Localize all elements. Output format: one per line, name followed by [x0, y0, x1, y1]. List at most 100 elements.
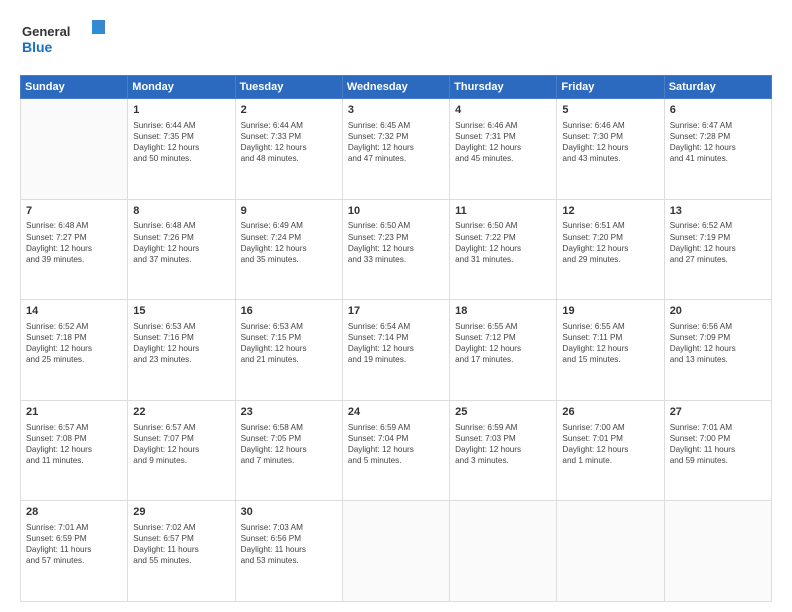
day-number: 3	[348, 103, 444, 118]
day-number: 2	[241, 103, 337, 118]
calendar-cell: 26Sunrise: 7:00 AMSunset: 7:01 PMDayligh…	[557, 400, 664, 501]
calendar-cell: 30Sunrise: 7:03 AMSunset: 6:56 PMDayligh…	[235, 501, 342, 602]
day-info-line: and 39 minutes.	[26, 254, 122, 265]
page: General Blue SundayMondayTuesdayWednesda…	[0, 0, 792, 612]
day-number: 11	[455, 204, 551, 219]
day-info-line: Sunset: 7:18 PM	[26, 332, 122, 343]
day-info-line: Sunset: 7:20 PM	[562, 232, 658, 243]
day-info-line: and 48 minutes.	[241, 153, 337, 164]
day-number: 12	[562, 204, 658, 219]
calendar-cell: 7Sunrise: 6:48 AMSunset: 7:27 PMDaylight…	[21, 199, 128, 300]
day-info-line: Sunset: 7:12 PM	[455, 332, 551, 343]
day-info-line: and 7 minutes.	[241, 455, 337, 466]
day-info-line: and 59 minutes.	[670, 455, 766, 466]
day-number: 29	[133, 505, 229, 520]
day-info-line: Sunrise: 6:51 AM	[562, 220, 658, 231]
day-info-line: Daylight: 11 hours	[670, 444, 766, 455]
day-info-line: Daylight: 12 hours	[562, 343, 658, 354]
day-info-line: Daylight: 12 hours	[26, 243, 122, 254]
calendar-cell: 19Sunrise: 6:55 AMSunset: 7:11 PMDayligh…	[557, 300, 664, 401]
svg-text:General: General	[22, 24, 70, 39]
col-header-monday: Monday	[128, 76, 235, 99]
day-info-line: Sunrise: 6:58 AM	[241, 422, 337, 433]
day-info-line: Daylight: 12 hours	[241, 444, 337, 455]
day-info-line: Daylight: 12 hours	[455, 444, 551, 455]
calendar-cell: 21Sunrise: 6:57 AMSunset: 7:08 PMDayligh…	[21, 400, 128, 501]
day-info-line: and 23 minutes.	[133, 354, 229, 365]
day-info-line: and 1 minute.	[562, 455, 658, 466]
calendar-cell	[557, 501, 664, 602]
calendar-cell: 29Sunrise: 7:02 AMSunset: 6:57 PMDayligh…	[128, 501, 235, 602]
day-info-line: and 33 minutes.	[348, 254, 444, 265]
day-info-line: Daylight: 12 hours	[562, 444, 658, 455]
day-number: 25	[455, 405, 551, 420]
day-number: 9	[241, 204, 337, 219]
calendar-cell: 1Sunrise: 6:44 AMSunset: 7:35 PMDaylight…	[128, 99, 235, 200]
day-info-line: Daylight: 12 hours	[455, 243, 551, 254]
day-number: 7	[26, 204, 122, 219]
day-info-line: Sunrise: 6:44 AM	[133, 120, 229, 131]
svg-text:Blue: Blue	[22, 39, 53, 55]
day-info-line: Sunset: 7:09 PM	[670, 332, 766, 343]
day-info-line: Sunset: 7:27 PM	[26, 232, 122, 243]
day-info-line: Sunrise: 6:52 AM	[670, 220, 766, 231]
day-info-line: Daylight: 12 hours	[455, 343, 551, 354]
day-info-line: Daylight: 12 hours	[348, 343, 444, 354]
day-info-line: Sunset: 7:15 PM	[241, 332, 337, 343]
day-info-line: Sunrise: 6:49 AM	[241, 220, 337, 231]
logo-block: General Blue	[20, 18, 110, 65]
calendar-cell: 11Sunrise: 6:50 AMSunset: 7:22 PMDayligh…	[450, 199, 557, 300]
calendar-cell	[450, 501, 557, 602]
day-info-line: Sunrise: 6:53 AM	[241, 321, 337, 332]
day-info-line: Daylight: 11 hours	[241, 544, 337, 555]
day-info-line: Sunset: 6:59 PM	[26, 533, 122, 544]
day-info-line: Sunrise: 6:56 AM	[670, 321, 766, 332]
day-info-line: Daylight: 11 hours	[133, 544, 229, 555]
col-header-thursday: Thursday	[450, 76, 557, 99]
day-info-line: Sunset: 7:16 PM	[133, 332, 229, 343]
day-info-line: Sunrise: 6:50 AM	[455, 220, 551, 231]
day-number: 14	[26, 304, 122, 319]
day-info-line: Sunset: 7:32 PM	[348, 131, 444, 142]
calendar-week-row: 1Sunrise: 6:44 AMSunset: 7:35 PMDaylight…	[21, 99, 772, 200]
day-info-line: Daylight: 12 hours	[670, 142, 766, 153]
day-info-line: Sunset: 7:19 PM	[670, 232, 766, 243]
calendar-week-row: 14Sunrise: 6:52 AMSunset: 7:18 PMDayligh…	[21, 300, 772, 401]
day-info-line: Sunset: 7:04 PM	[348, 433, 444, 444]
day-info-line: Sunset: 7:30 PM	[562, 131, 658, 142]
day-info-line: Daylight: 12 hours	[241, 243, 337, 254]
day-info-line: Daylight: 11 hours	[26, 544, 122, 555]
day-info-line: Sunset: 7:26 PM	[133, 232, 229, 243]
calendar-cell: 22Sunrise: 6:57 AMSunset: 7:07 PMDayligh…	[128, 400, 235, 501]
calendar-cell	[342, 501, 449, 602]
day-info-line: Sunset: 7:01 PM	[562, 433, 658, 444]
col-header-saturday: Saturday	[664, 76, 771, 99]
day-number: 1	[133, 103, 229, 118]
calendar-cell: 28Sunrise: 7:01 AMSunset: 6:59 PMDayligh…	[21, 501, 128, 602]
calendar-cell: 15Sunrise: 6:53 AMSunset: 7:16 PMDayligh…	[128, 300, 235, 401]
calendar-cell: 9Sunrise: 6:49 AMSunset: 7:24 PMDaylight…	[235, 199, 342, 300]
calendar-week-row: 7Sunrise: 6:48 AMSunset: 7:27 PMDaylight…	[21, 199, 772, 300]
day-number: 19	[562, 304, 658, 319]
day-info-line: and 53 minutes.	[241, 555, 337, 566]
day-info-line: and 35 minutes.	[241, 254, 337, 265]
day-number: 18	[455, 304, 551, 319]
day-info-line: Sunrise: 6:54 AM	[348, 321, 444, 332]
day-info-line: Sunrise: 6:48 AM	[26, 220, 122, 231]
calendar-cell: 13Sunrise: 6:52 AMSunset: 7:19 PMDayligh…	[664, 199, 771, 300]
day-number: 15	[133, 304, 229, 319]
day-info-line: Sunrise: 6:46 AM	[562, 120, 658, 131]
day-info-line: Sunrise: 6:57 AM	[26, 422, 122, 433]
calendar-cell: 12Sunrise: 6:51 AMSunset: 7:20 PMDayligh…	[557, 199, 664, 300]
day-info-line: Daylight: 12 hours	[133, 142, 229, 153]
day-info-line: Daylight: 12 hours	[133, 343, 229, 354]
calendar-cell: 27Sunrise: 7:01 AMSunset: 7:00 PMDayligh…	[664, 400, 771, 501]
day-info-line: and 31 minutes.	[455, 254, 551, 265]
day-number: 28	[26, 505, 122, 520]
day-info-line: and 27 minutes.	[670, 254, 766, 265]
day-number: 20	[670, 304, 766, 319]
day-info-line: Sunrise: 6:55 AM	[562, 321, 658, 332]
day-info-line: Daylight: 12 hours	[348, 142, 444, 153]
day-info-line: and 15 minutes.	[562, 354, 658, 365]
col-header-sunday: Sunday	[21, 76, 128, 99]
